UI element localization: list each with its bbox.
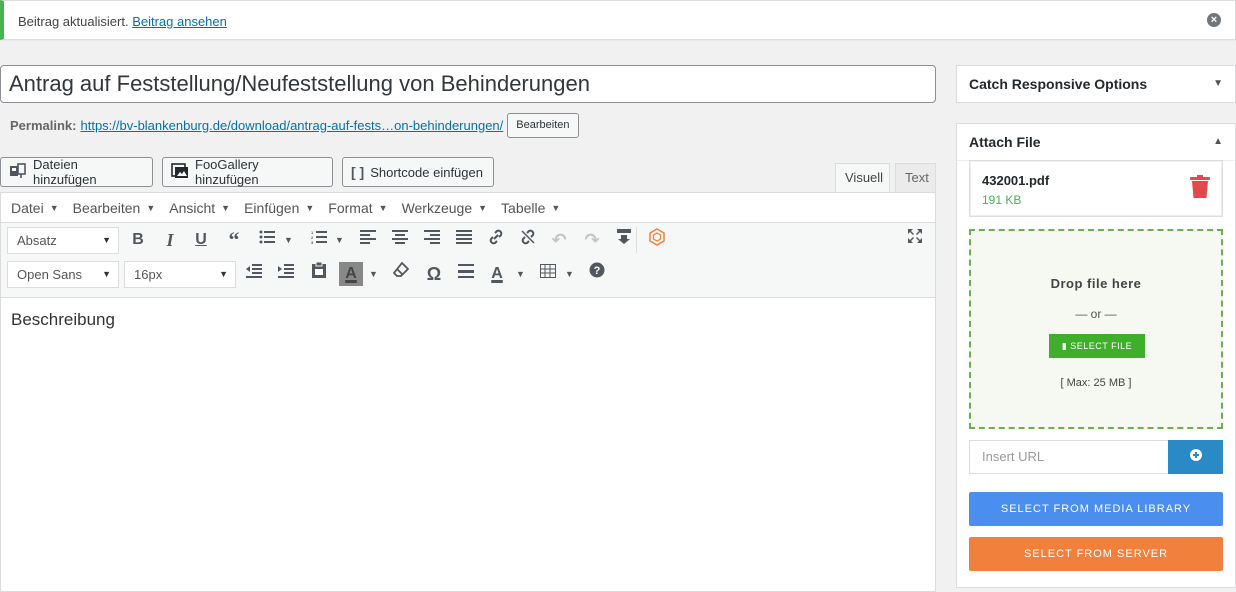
- font-family-select[interactable]: Open Sans ▼: [7, 261, 119, 288]
- insert-url-button[interactable]: [1168, 440, 1223, 474]
- permalink-url[interactable]: https://bv-blankenburg.de/download/antra…: [80, 118, 503, 133]
- toolbar-divider: [636, 227, 637, 253]
- shortcode-icon: [ ]: [351, 164, 365, 180]
- menu-werkzeuge[interactable]: Werkzeuge ▼: [402, 200, 487, 216]
- menu-tabelle[interactable]: Tabelle ▼: [501, 200, 560, 216]
- menu-ansicht[interactable]: Ansicht ▼: [169, 200, 230, 216]
- file-name: 432001.pdf: [982, 173, 1050, 188]
- gallery-icon: [171, 162, 189, 182]
- shortcode-label: Shortcode einfügen: [370, 164, 483, 180]
- permalink-label: Permalink:: [10, 117, 77, 133]
- select-from-server-button[interactable]: SELECT FROM SERVER: [969, 537, 1223, 571]
- foogallery-label: FooGallery hinzufügen: [195, 157, 259, 187]
- file-size: 191 KB: [982, 193, 1022, 207]
- notice-text: Beitrag aktualisiert.: [18, 14, 129, 29]
- tab-visual[interactable]: Visuell: [835, 163, 890, 193]
- attach-file-heading[interactable]: Attach File ▲: [957, 124, 1235, 161]
- link-icon[interactable]: [484, 228, 508, 252]
- horizontal-line-icon[interactable]: [454, 262, 478, 286]
- dismiss-icon[interactable]: ×: [1207, 13, 1221, 27]
- hexagon-plugin-icon[interactable]: [645, 228, 669, 252]
- view-post-link[interactable]: Beitrag ansehen: [132, 14, 227, 29]
- attach-file-box: Attach File ▲ 432001.pdf 191 KB Drop file…: [956, 123, 1236, 588]
- text-color-icon[interactable]: A: [485, 262, 509, 286]
- toggle-up-icon[interactable]: ▲: [1213, 124, 1223, 160]
- editor-menubar: Datei ▼ Bearbeiten ▼ Ansicht ▼ Einfügen ▼ Fo…: [1, 193, 935, 223]
- file-drop-zone[interactable]: Drop file here — or — ▮ SELECT FILE [ Ma…: [969, 229, 1223, 429]
- fullscreen-icon[interactable]: [903, 228, 927, 252]
- clear-formatting-icon[interactable]: [389, 261, 413, 286]
- toolbar-row-2: Open Sans ▼ 16px ▼ A ▼ Ω A ▼ ▼ ?: [1, 257, 935, 298]
- insert-readmore-icon[interactable]: [612, 228, 636, 252]
- align-left-icon[interactable]: [356, 228, 380, 252]
- italic-icon[interactable]: I: [158, 228, 182, 252]
- plus-circle-icon: [1189, 449, 1202, 461]
- unlink-icon[interactable]: [516, 228, 540, 252]
- svg-text:3: 3: [311, 240, 314, 244]
- insert-url-input[interactable]: Insert URL: [969, 440, 1169, 474]
- catch-responsive-options-heading[interactable]: Catch Responsive Options ▼: [957, 66, 1235, 102]
- block-format-select[interactable]: Absatz ▼: [7, 227, 119, 254]
- editor: Datei ▼ Bearbeiten ▼ Ansicht ▼ Einfügen ▼ Fo…: [0, 192, 936, 592]
- indent-icon[interactable]: [274, 262, 298, 286]
- bold-icon[interactable]: B: [126, 228, 150, 252]
- outdent-icon[interactable]: [242, 262, 266, 286]
- align-center-icon[interactable]: [388, 228, 412, 252]
- menu-datei[interactable]: Datei ▼: [11, 200, 59, 216]
- permalink-row: Permalink: https://bv-blankenburg.de/dow…: [10, 112, 579, 138]
- add-files-button[interactable]: Dateien hinzufügen: [0, 157, 153, 187]
- max-size-label: [ Max: 25 MB ]: [1060, 377, 1132, 389]
- numbered-list-icon[interactable]: 123: [307, 228, 331, 252]
- bullet-list-icon[interactable]: [255, 228, 279, 252]
- add-foogallery-button[interactable]: FooGallery hinzufügen: [162, 157, 333, 187]
- table-icon[interactable]: [536, 262, 560, 286]
- toolbar-row-1: Absatz ▼ B I U “ ▼ 123 ▼ ↶ ↷: [1, 223, 935, 257]
- catch-responsive-options-box: Catch Responsive Options ▼: [956, 65, 1236, 103]
- menu-format[interactable]: Format ▼: [328, 200, 387, 216]
- trash-icon[interactable]: [1190, 175, 1210, 202]
- font-size-select[interactable]: 16px ▼: [124, 261, 236, 288]
- permalink-edit-button[interactable]: Bearbeiten: [507, 112, 579, 138]
- svg-text:?: ?: [594, 265, 601, 277]
- attached-file-card: 432001.pdf 191 KB: [969, 160, 1223, 217]
- bullet-list-dropdown-icon[interactable]: ▼: [284, 228, 293, 252]
- blockquote-icon[interactable]: “: [222, 228, 246, 252]
- drop-title: Drop file here: [1050, 276, 1142, 291]
- menu-einfuegen[interactable]: Einfügen ▼: [244, 200, 314, 216]
- select-from-media-library-button[interactable]: SELECT FROM MEDIA LIBRARY: [969, 492, 1223, 526]
- undo-icon[interactable]: ↶: [547, 228, 571, 252]
- file-icon: ▮: [1061, 341, 1068, 351]
- text-color-dropdown-icon[interactable]: ▼: [516, 262, 525, 286]
- numbered-list-dropdown-icon[interactable]: ▼: [335, 228, 344, 252]
- help-icon[interactable]: ?: [585, 262, 609, 286]
- background-color-icon[interactable]: A: [339, 262, 363, 286]
- special-character-icon[interactable]: Ω: [422, 262, 446, 286]
- toggle-down-icon[interactable]: ▼: [1213, 66, 1223, 102]
- media-upload-icon: [9, 162, 27, 182]
- table-dropdown-icon[interactable]: ▼: [565, 262, 574, 286]
- underline-icon[interactable]: U: [189, 228, 213, 252]
- tab-text[interactable]: Text: [895, 163, 936, 193]
- select-file-button[interactable]: ▮ SELECT FILE: [1049, 334, 1145, 358]
- paste-text-icon[interactable]: [307, 261, 331, 286]
- post-title-input[interactable]: Antrag auf Feststellung/Neufeststellung …: [0, 65, 936, 103]
- align-right-icon[interactable]: [420, 228, 444, 252]
- redo-icon[interactable]: ↷: [580, 228, 604, 252]
- editor-content[interactable]: Beschreibung: [11, 310, 115, 330]
- drop-or: — or —: [1075, 307, 1117, 321]
- insert-shortcode-button[interactable]: [ ] Shortcode einfügen: [342, 157, 494, 187]
- update-notice: Beitrag aktualisiert. Beitrag ansehen ×: [0, 0, 1236, 40]
- align-justify-icon[interactable]: [452, 228, 476, 252]
- menu-bearbeiten[interactable]: Bearbeiten ▼: [73, 200, 156, 216]
- background-color-dropdown-icon[interactable]: ▼: [369, 262, 378, 286]
- notice-message: Beitrag aktualisiert. Beitrag ansehen: [18, 14, 227, 29]
- add-files-label: Dateien hinzufügen: [33, 157, 97, 187]
